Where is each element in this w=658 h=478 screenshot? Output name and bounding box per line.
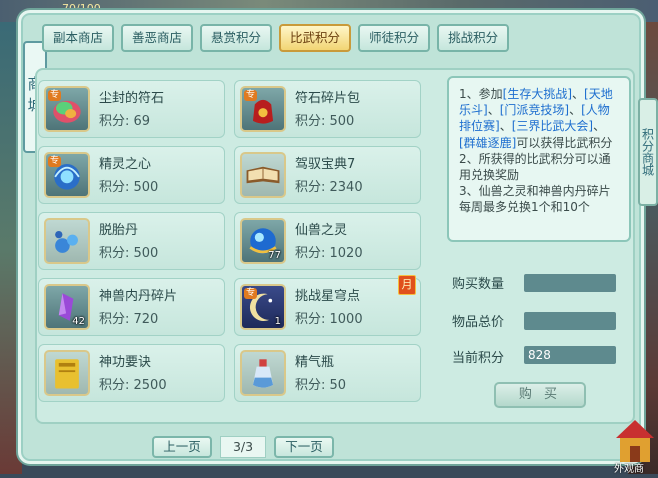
current-points-label: 当前积分 <box>452 351 505 366</box>
shop-item[interactable]: 42 神兽内丹碎片 积分: 720 <box>38 278 225 336</box>
shop-item[interactable]: 神功要诀 积分: 2500 <box>38 344 225 402</box>
item-name: 神功要诀 <box>99 355 152 370</box>
item-name: 符石碎片包 <box>295 91 361 106</box>
item-name: 挑战星穹点 <box>295 289 361 304</box>
quantity-label: 购买数量 <box>452 277 505 292</box>
stack-count: 42 <box>72 316 85 327</box>
page-indicator: 3/3 <box>220 436 266 458</box>
shop-item[interactable]: 专 精灵之心 积分: 500 <box>38 146 225 204</box>
manual-icon <box>44 350 90 396</box>
item-name: 神兽内丹碎片 <box>99 289 178 304</box>
moon-star-icon: 专 1 <box>240 284 286 330</box>
stack-count: 77 <box>268 250 281 261</box>
quantity-input[interactable] <box>524 274 616 292</box>
rune-bag-icon: 专 <box>240 86 286 132</box>
item-name: 精气瓶 <box>295 355 335 370</box>
appearance-shop-label: 外观商 <box>614 464 644 475</box>
shop-item[interactable]: 专 符石碎片包 积分: 500 <box>234 80 421 138</box>
prev-page-button[interactable]: 上一页 <box>152 436 212 458</box>
tab-arena-points[interactable]: 比武积分 <box>279 24 352 52</box>
shop-tabs: 副本商店 善恶商店 悬赏积分 比武积分 师徒积分 挑战积分 <box>42 24 510 52</box>
item-score: 积分: 69 <box>99 114 151 129</box>
tab-mentor-points[interactable]: 师徒积分 <box>358 24 431 52</box>
tab-bounty-points[interactable]: 悬赏积分 <box>200 24 273 52</box>
item-score: 积分: 2500 <box>99 378 167 393</box>
tab-karma-shop[interactable]: 善恶商店 <box>121 24 194 52</box>
crystal-shard-icon: 42 <box>44 284 90 330</box>
rune-stone-icon: 专 <box>44 86 90 132</box>
item-score: 积分: 50 <box>295 378 347 393</box>
item-score: 积分: 500 <box>99 246 159 261</box>
tab-dungeon-shop[interactable]: 副本商店 <box>42 24 115 52</box>
item-name: 精灵之心 <box>99 157 152 172</box>
shop-item[interactable]: 专 尘封的符石 积分: 69 <box>38 80 225 138</box>
info-link[interactable]: [三界比武大会] <box>512 119 593 133</box>
buy-button[interactable]: 购 买 <box>494 382 586 408</box>
info-link[interactable]: [门派竞技场] <box>500 103 569 117</box>
exclusive-badge: 专 <box>244 288 258 299</box>
item-score: 积分: 1000 <box>295 312 363 327</box>
points-shop-side-tab[interactable]: 积分商城 <box>638 98 658 206</box>
spirit-heart-icon: 专 <box>44 152 90 198</box>
info-link[interactable]: [群雄逐鹿] <box>459 136 516 150</box>
item-score: 积分: 2340 <box>295 180 363 195</box>
shop-item[interactable]: 专 1 挑战星穹点 积分: 1000 月 <box>234 275 421 336</box>
item-name: 脱胎丹 <box>99 223 139 238</box>
monthly-limit-badge: 月 <box>398 275 416 295</box>
item-name: 驾驭宝典7 <box>295 157 356 172</box>
item-score: 积分: 720 <box>99 312 159 327</box>
exclusive-badge: 专 <box>48 90 62 101</box>
item-score: 积分: 500 <box>99 180 159 195</box>
next-page-button[interactable]: 下一页 <box>274 436 334 458</box>
total-price-label: 物品总价 <box>452 315 505 330</box>
vial-icon <box>240 350 286 396</box>
stack-count: 1 <box>274 316 281 327</box>
info-description: 1、参加[生存大挑战]、[天地乐斗]、[门派竞技场]、[人物排位赛]、[三界比武… <box>447 76 631 242</box>
exclusive-badge: 专 <box>244 90 258 101</box>
beast-orb-icon: 77 <box>240 218 286 264</box>
tab-challenge-points[interactable]: 挑战积分 <box>437 24 510 52</box>
exclusive-badge: 专 <box>48 156 62 167</box>
shop-item[interactable]: 脱胎丹 积分: 500 <box>38 212 225 270</box>
total-price-field <box>524 312 616 330</box>
current-points-field: 828 <box>524 346 616 364</box>
shop-item[interactable]: 77 仙兽之灵 积分: 1020 <box>234 212 421 270</box>
shop-item[interactable]: 驾驭宝典7 积分: 2340 <box>234 146 421 204</box>
pill-icon <box>44 218 90 264</box>
item-score: 积分: 1020 <box>295 246 363 261</box>
book-icon <box>240 152 286 198</box>
shop-item[interactable]: 精气瓶 积分: 50 <box>234 344 421 402</box>
item-name: 尘封的符石 <box>99 91 165 106</box>
item-score: 积分: 500 <box>295 114 355 129</box>
item-name: 仙兽之灵 <box>295 223 348 238</box>
info-link[interactable]: [生存大挑战] <box>503 87 572 101</box>
